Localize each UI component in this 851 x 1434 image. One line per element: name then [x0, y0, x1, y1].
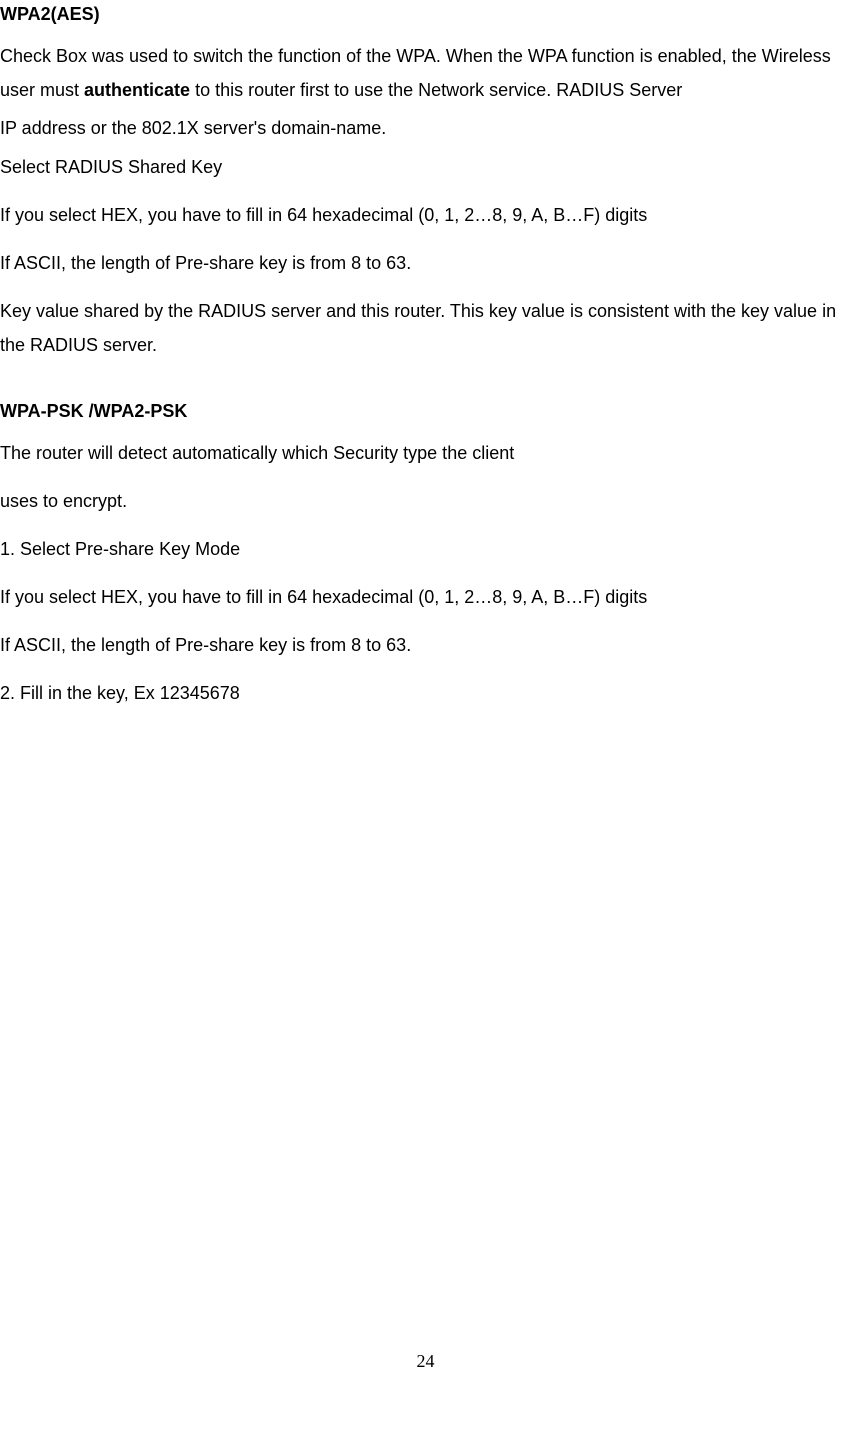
- paragraph: The router will detect automatically whi…: [0, 436, 851, 470]
- paragraph: Check Box was used to switch the functio…: [0, 39, 851, 107]
- paragraph: 2. Fill in the key, Ex 12345678: [0, 676, 851, 710]
- page-number: 24: [0, 1351, 851, 1372]
- text-fragment: to this router first to use the Network …: [190, 80, 682, 100]
- paragraph: If ASCII, the length of Pre-share key is…: [0, 246, 851, 280]
- section-heading-wpa-psk: WPA-PSK /WPA2-PSK: [0, 401, 851, 422]
- paragraph: Select RADIUS Shared Key: [0, 150, 851, 184]
- paragraph: If ASCII, the length of Pre-share key is…: [0, 628, 851, 662]
- section-heading-wpa2-aes: WPA2(AES): [0, 4, 851, 25]
- paragraph: If you select HEX, you have to fill in 6…: [0, 580, 851, 614]
- paragraph: IP address or the 802.1X server's domain…: [0, 111, 851, 145]
- paragraph: If you select HEX, you have to fill in 6…: [0, 198, 851, 232]
- paragraph: 1. Select Pre-share Key Mode: [0, 532, 851, 566]
- text-bold-authenticate: authenticate: [84, 80, 190, 100]
- paragraph: Key value shared by the RADIUS server an…: [0, 294, 851, 362]
- paragraph: uses to encrypt.: [0, 484, 851, 518]
- document-page: WPA2(AES) Check Box was used to switch t…: [0, 4, 851, 1412]
- section-spacer: [0, 377, 851, 397]
